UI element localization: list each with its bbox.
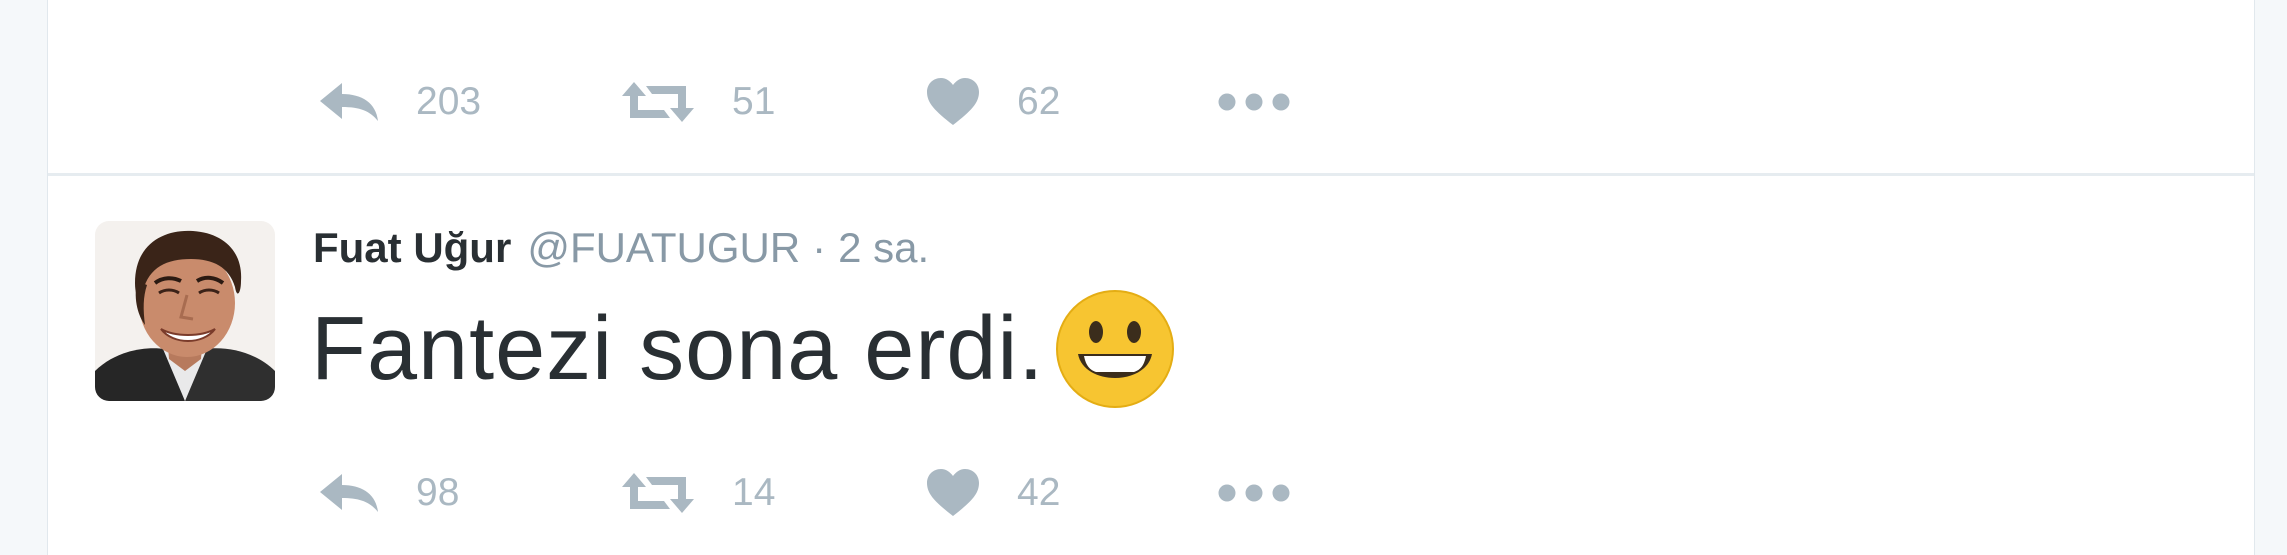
retweet-count: 14 [732,471,776,514]
tweet-actions: 98 14 42 [318,463,1291,523]
like-count: 62 [1017,80,1061,123]
previous-tweet: 203 51 62 [48,0,2254,176]
more-icon [1217,92,1291,112]
author-fullname[interactable]: Fuat Uğur [313,224,511,272]
timeline: 203 51 62 Fuat Uğur @FUATUGUR · 2 sa. Fa… [47,0,2255,555]
more-icon [1217,483,1291,503]
like-button[interactable]: 62 [925,77,1217,127]
like-icon [925,77,981,127]
tweet-timestamp[interactable]: 2 sa. [838,224,929,272]
tweet: Fuat Uğur @FUATUGUR · 2 sa. Fantezi sona… [48,176,2254,555]
like-count: 42 [1017,471,1061,514]
reply-icon [318,81,380,123]
header-separator: · [812,224,827,271]
like-icon [925,468,981,518]
reply-button[interactable]: 203 [318,80,620,124]
like-button[interactable]: 42 [925,468,1217,518]
more-button[interactable] [1217,483,1291,503]
more-button[interactable] [1217,92,1291,112]
retweet-button[interactable]: 51 [620,80,925,124]
tweet-text: Fantezi sona erdi. [311,298,1045,399]
retweet-icon [620,471,696,515]
tweet-actions: 203 51 62 [318,72,1291,132]
tweet-header: Fuat Uğur @FUATUGUR · 2 sa. [313,224,929,272]
retweet-count: 51 [732,80,776,123]
grinning-face-emoji-icon [1054,288,1176,410]
reply-button[interactable]: 98 [318,471,620,515]
reply-icon [318,472,380,514]
retweet-button[interactable]: 14 [620,471,925,515]
author-username[interactable]: @FUATUGUR [527,224,800,272]
retweet-icon [620,80,696,124]
reply-count: 98 [416,471,460,514]
tweet-body: Fantezi sona erdi. [311,288,1176,410]
avatar[interactable] [95,221,275,401]
reply-count: 203 [416,80,482,123]
